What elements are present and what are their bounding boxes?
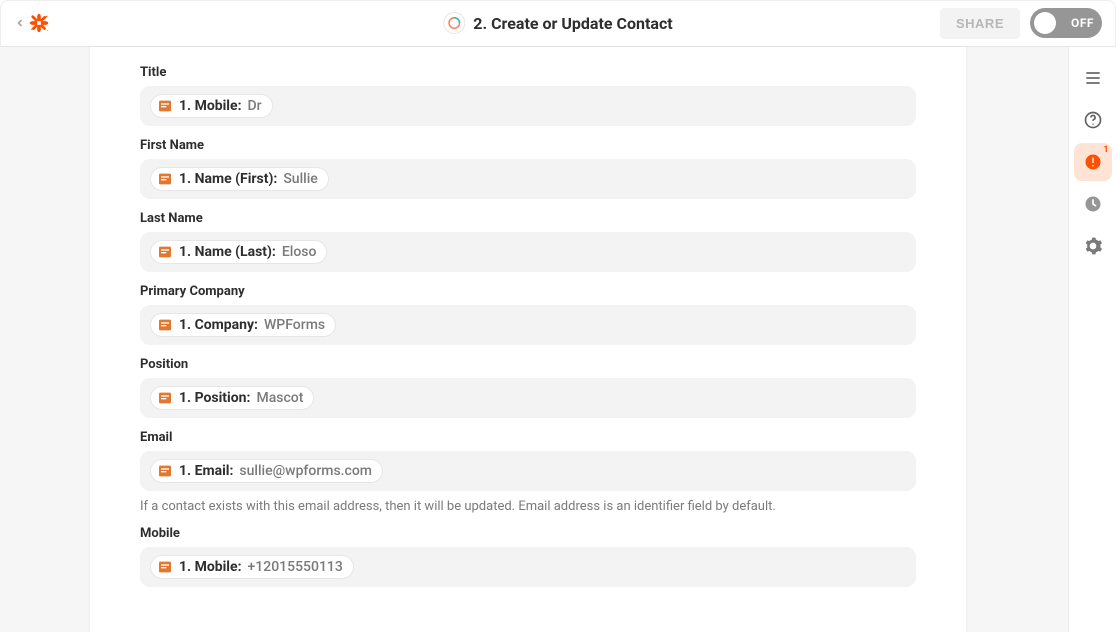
pill-key: 1. Mobile: — [179, 98, 242, 114]
wpforms-icon — [157, 171, 173, 187]
app-icon — [443, 12, 465, 34]
publish-toggle[interactable]: OFF — [1030, 8, 1102, 38]
wpforms-icon — [157, 98, 173, 114]
wpforms-icon — [157, 390, 173, 406]
field-input-title[interactable]: 1. Mobile: Dr — [140, 86, 916, 126]
helper-text: If a contact exists with this email addr… — [140, 499, 916, 514]
field-label: Primary Company — [140, 284, 916, 299]
header-actions: SHARE OFF — [940, 8, 1102, 39]
body-area: Title 1. Mobile: Dr First Name 1. Name (… — [0, 47, 1116, 632]
field-input-primary-company[interactable]: 1. Company: WPForms — [140, 305, 916, 345]
field-title: Title 1. Mobile: Dr — [140, 65, 916, 126]
mapped-value-pill[interactable]: 1. Mobile: +12015550113 — [150, 555, 354, 579]
field-label: Email — [140, 430, 916, 445]
gear-icon — [1083, 236, 1103, 256]
mapped-value-pill[interactable]: 1. Company: WPForms — [150, 313, 336, 337]
help-icon — [1083, 110, 1103, 130]
history-button[interactable] — [1074, 185, 1112, 223]
wpforms-icon — [157, 463, 173, 479]
field-position: Position 1. Position: Mascot — [140, 357, 916, 418]
pill-value: Mascot — [256, 390, 303, 406]
list-icon — [1083, 68, 1103, 88]
pill-key: 1. Name (Last): — [179, 244, 276, 260]
alert-count-badge: 1 — [1103, 146, 1108, 155]
field-email: Email 1. Email: sullie@wpforms.com If a … — [140, 430, 916, 514]
toggle-knob-icon — [1034, 12, 1056, 34]
pill-value: sullie@wpforms.com — [239, 463, 372, 479]
field-label: Mobile — [140, 526, 916, 541]
field-input-email[interactable]: 1. Email: sullie@wpforms.com — [140, 451, 916, 491]
share-button[interactable]: SHARE — [940, 8, 1020, 39]
page-title: 2. Create or Update Contact — [473, 14, 672, 33]
pill-key: 1. Position: — [179, 390, 250, 406]
field-mobile: Mobile 1. Mobile: +12015550113 — [140, 526, 916, 587]
zapier-logo-icon — [28, 12, 50, 34]
wpforms-icon — [157, 559, 173, 575]
outline-button[interactable] — [1074, 59, 1112, 97]
field-label: Position — [140, 357, 916, 372]
editor-card: Title 1. Mobile: Dr First Name 1. Name (… — [90, 47, 966, 632]
pill-value: Eloso — [282, 244, 317, 260]
clock-icon — [1083, 194, 1103, 214]
field-primary-company: Primary Company 1. Company: WPForms — [140, 284, 916, 345]
pill-key: 1. Name (First): — [179, 171, 277, 187]
mapped-value-pill[interactable]: 1. Mobile: Dr — [150, 94, 273, 118]
pill-key: 1. Email: — [179, 463, 233, 479]
chevron-left-icon — [14, 17, 26, 29]
pill-value: Dr — [248, 98, 262, 114]
alert-icon — [1083, 152, 1103, 172]
mapped-value-pill[interactable]: 1. Name (First): Sullie — [150, 167, 329, 191]
field-last-name: Last Name 1. Name (Last): Eloso — [140, 211, 916, 272]
wpforms-icon — [157, 317, 173, 333]
mapped-value-pill[interactable]: 1. Name (Last): Eloso — [150, 240, 327, 264]
pill-key: 1. Mobile: — [179, 559, 242, 575]
field-input-mobile[interactable]: 1. Mobile: +12015550113 — [140, 547, 916, 587]
help-button[interactable] — [1074, 101, 1112, 139]
field-input-position[interactable]: 1. Position: Mascot — [140, 378, 916, 418]
back-button[interactable] — [14, 12, 50, 34]
mapped-value-pill[interactable]: 1. Email: sullie@wpforms.com — [150, 459, 383, 483]
field-first-name: First Name 1. Name (First): Sullie — [140, 138, 916, 199]
pill-value: WPForms — [264, 317, 325, 333]
settings-button[interactable] — [1074, 227, 1112, 265]
field-label: Last Name — [140, 211, 916, 226]
field-input-first-name[interactable]: 1. Name (First): Sullie — [140, 159, 916, 199]
top-header: 2. Create or Update Contact SHARE OFF — [0, 0, 1116, 47]
pill-value: Sullie — [283, 171, 317, 187]
pill-key: 1. Company: — [179, 317, 258, 333]
field-label: First Name — [140, 138, 916, 153]
mapped-value-pill[interactable]: 1. Position: Mascot — [150, 386, 314, 410]
field-label: Title — [140, 65, 916, 80]
right-sidebar: 1 — [1068, 47, 1116, 632]
wpforms-icon — [157, 244, 173, 260]
toggle-label: OFF — [1071, 16, 1094, 30]
fields-container: Title 1. Mobile: Dr First Name 1. Name (… — [90, 47, 966, 587]
field-input-last-name[interactable]: 1. Name (Last): Eloso — [140, 232, 916, 272]
alerts-button[interactable]: 1 — [1074, 143, 1112, 181]
header-title-container: 2. Create or Update Contact — [443, 12, 672, 34]
pill-value: +12015550113 — [248, 559, 343, 575]
